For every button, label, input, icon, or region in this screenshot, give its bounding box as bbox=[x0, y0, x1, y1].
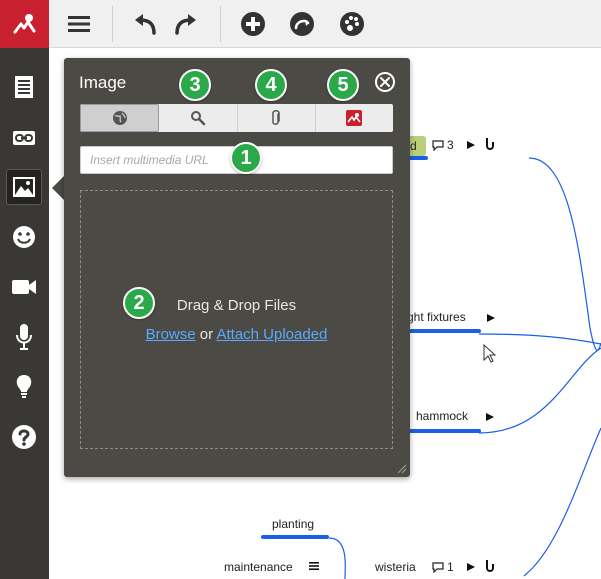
map-node-wisteria[interactable]: wisteria bbox=[375, 560, 416, 574]
theme-palette-icon bbox=[340, 12, 364, 36]
add-node-icon bbox=[241, 12, 265, 36]
sidebar-emoji-button[interactable] bbox=[6, 219, 42, 255]
help-icon bbox=[12, 425, 36, 449]
node-label: maintenance bbox=[224, 560, 293, 574]
emoji-icon bbox=[13, 226, 35, 248]
drop-zone-links: Browse or Attach Uploaded bbox=[81, 326, 392, 343]
node-underline bbox=[399, 329, 481, 333]
microphone-icon bbox=[16, 324, 32, 350]
menu-button[interactable] bbox=[63, 8, 95, 40]
node-comment-count[interactable]: 3 bbox=[432, 138, 454, 152]
undo-button[interactable] bbox=[129, 8, 161, 40]
sidebar-video-button[interactable] bbox=[6, 269, 42, 305]
node-underline bbox=[261, 535, 329, 539]
tab-web-url[interactable] bbox=[80, 104, 160, 132]
resize-handle-icon[interactable] bbox=[395, 462, 407, 474]
browse-link[interactable]: Browse bbox=[146, 326, 196, 343]
comment-icon bbox=[432, 139, 444, 151]
undo-icon bbox=[135, 14, 156, 35]
hook-link-icon[interactable] bbox=[485, 137, 495, 151]
image-popup: Image Insert multimedia URL Drag & Drop … bbox=[64, 58, 410, 477]
notes-icon bbox=[15, 76, 33, 98]
mouse-cursor-icon bbox=[483, 344, 497, 363]
link-icon bbox=[13, 131, 35, 145]
popup-pointer bbox=[52, 176, 64, 200]
play-icon[interactable] bbox=[466, 140, 476, 150]
search-icon bbox=[190, 111, 206, 126]
annotation-badge-3: 3 bbox=[179, 69, 211, 101]
notes-indicator-icon[interactable] bbox=[308, 561, 320, 571]
connect-icon bbox=[290, 12, 314, 36]
annotation-badge-5: 5 bbox=[327, 69, 359, 101]
map-node-light-fixtures[interactable]: ght fixtures bbox=[407, 310, 466, 324]
connect-button[interactable] bbox=[286, 8, 318, 40]
play-icon[interactable] bbox=[485, 412, 495, 422]
node-underline bbox=[401, 429, 481, 433]
or-text: or bbox=[199, 326, 214, 343]
node-label: d bbox=[410, 139, 417, 153]
drop-zone[interactable]: Drag & Drop Files Browse or Attach Uploa… bbox=[80, 190, 393, 449]
annotation-badge-2: 2 bbox=[123, 287, 155, 319]
node-comment-count[interactable]: 1 bbox=[432, 560, 454, 574]
image-icon bbox=[13, 177, 35, 197]
annotation-badge-1: 1 bbox=[230, 142, 262, 174]
hook-link-icon[interactable] bbox=[485, 559, 495, 573]
sidebar-image-button[interactable] bbox=[6, 169, 42, 205]
paperclip-icon bbox=[272, 110, 280, 125]
annotation-badge-4: 4 bbox=[255, 69, 287, 101]
tab-search[interactable] bbox=[159, 104, 238, 132]
sidebar-audio-button[interactable] bbox=[6, 319, 42, 355]
map-node-maintenance[interactable]: maintenance bbox=[224, 560, 293, 574]
tab-mindmeister[interactable] bbox=[316, 104, 393, 132]
toolbar-divider bbox=[220, 6, 221, 42]
node-label: planting bbox=[272, 517, 315, 531]
node-label: ght fixtures bbox=[407, 310, 466, 324]
redo-button[interactable] bbox=[170, 8, 202, 40]
sidebar-help-button[interactable] bbox=[6, 419, 42, 455]
sidebar-idea-button[interactable] bbox=[6, 369, 42, 405]
tab-attachment[interactable] bbox=[238, 104, 316, 132]
mindmeister-logo-icon bbox=[13, 14, 35, 34]
play-icon[interactable] bbox=[466, 562, 476, 572]
media-source-tabs bbox=[80, 104, 393, 132]
comment-icon bbox=[432, 561, 444, 573]
close-icon bbox=[375, 72, 395, 92]
mindmap-app: d 3 ght fixtures hammock planting mainte… bbox=[0, 0, 601, 579]
popup-title: Image bbox=[79, 73, 127, 92]
add-node-button[interactable] bbox=[237, 8, 269, 40]
redo-icon bbox=[175, 14, 196, 35]
node-label: hammock bbox=[416, 409, 469, 423]
sidebar-notes-button[interactable] bbox=[6, 69, 42, 105]
node-label: wisteria bbox=[375, 560, 416, 574]
attach-uploaded-link[interactable]: Attach Uploaded bbox=[216, 326, 327, 343]
theme-button[interactable] bbox=[336, 8, 368, 40]
globe-icon bbox=[112, 111, 127, 125]
video-icon bbox=[12, 280, 36, 294]
map-node-hammock[interactable]: hammock bbox=[416, 409, 468, 423]
map-node-planting[interactable]: planting bbox=[272, 517, 314, 531]
play-icon[interactable] bbox=[486, 313, 496, 323]
lightbulb-icon bbox=[16, 375, 32, 398]
mindmeister-logo-icon bbox=[346, 110, 363, 126]
comment-count: 3 bbox=[447, 138, 454, 152]
comment-count: 1 bbox=[447, 560, 454, 574]
close-button[interactable] bbox=[374, 71, 396, 93]
left-sidebar bbox=[0, 48, 49, 579]
sidebar-link-button[interactable] bbox=[6, 120, 42, 156]
toolbar-divider bbox=[112, 6, 113, 42]
menu-icon bbox=[68, 16, 90, 32]
top-toolbar bbox=[0, 0, 601, 48]
app-logo[interactable] bbox=[0, 0, 49, 48]
